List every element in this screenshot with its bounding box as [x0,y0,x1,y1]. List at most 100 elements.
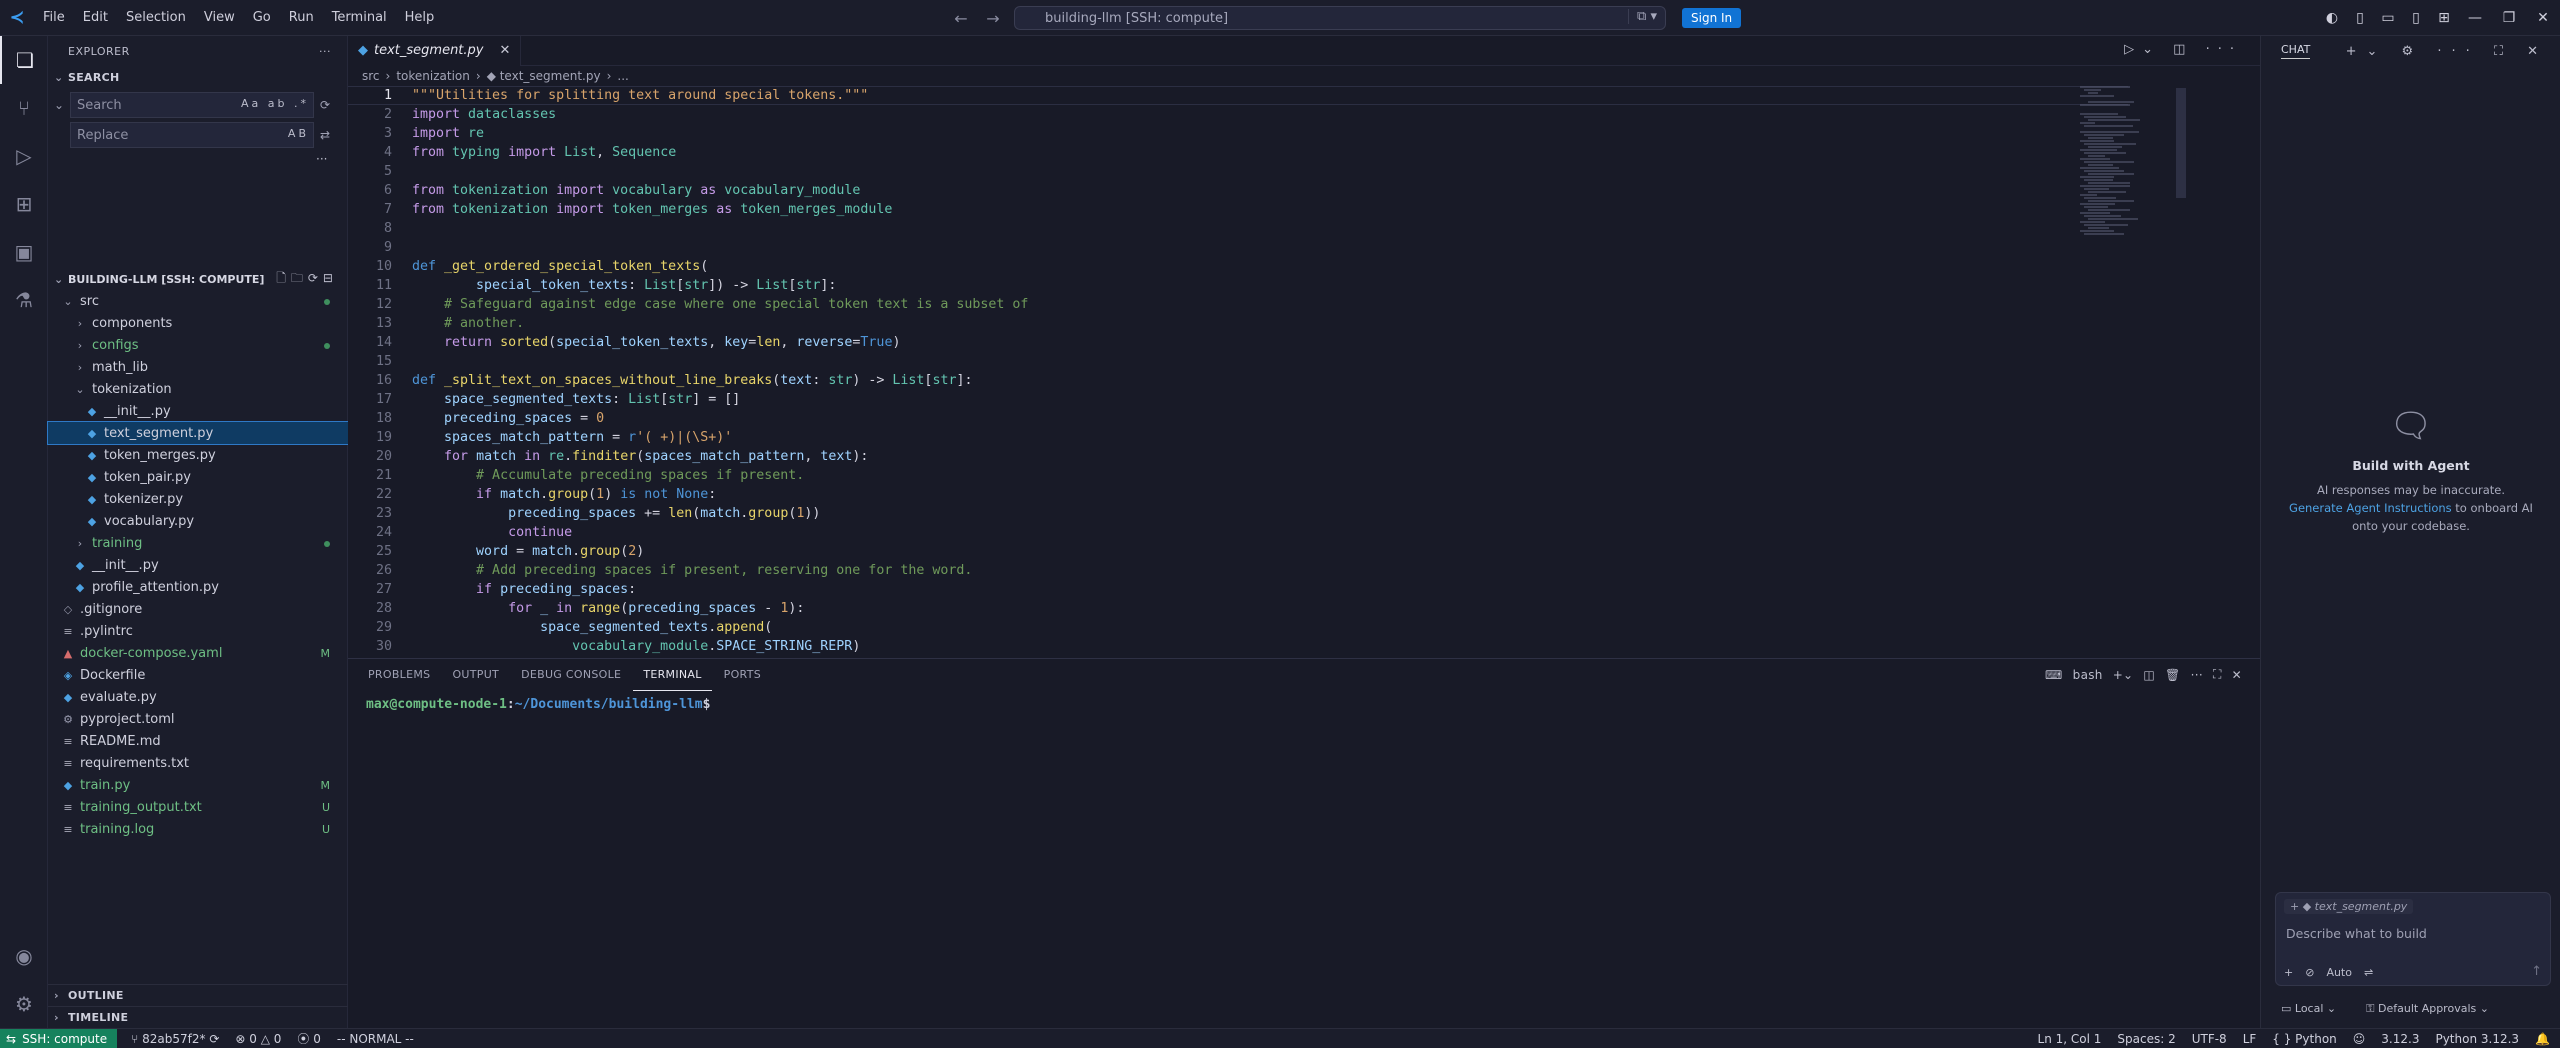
command-center-search[interactable]: building-llm [SSH: compute] ⧉ ▾ [1014,6,1666,30]
menu-run[interactable]: Run [280,0,323,36]
code-editor[interactable]: 1 """Utilities for splitting text around … [348,86,2128,658]
menu-view[interactable]: View [195,0,244,36]
search-input[interactable]: Search Aa ab .* [70,92,314,118]
explorer-toolbar[interactable]: 🗋🗀⟳⊟ [276,269,338,290]
tree-item[interactable]: ◆ vocabulary.py [48,510,348,532]
menu-help[interactable]: Help [396,0,444,36]
menu-edit[interactable]: Edit [74,0,117,36]
breadcrumb-item[interactable]: src [362,69,380,83]
code-line[interactable]: 9 [348,238,2128,257]
tab-debug-console[interactable]: DEBUG CONSOLE [511,659,631,691]
tree-item[interactable]: ◆ __init__.py [48,554,348,576]
tree-item[interactable]: ▲ docker-compose.yaml M [48,642,348,664]
terminal[interactable]: max@compute-node-1:~/Documents/building-… [348,691,2260,718]
settings-gear-icon[interactable]: ⚙ [0,980,48,1028]
shell-name[interactable]: bash [2073,668,2103,682]
search-section-header[interactable]: ⌄ SEARCH [48,66,347,88]
code-line[interactable]: 19 spaces_match_pattern = r'( +)|(\S+)' [348,428,2128,447]
maximize-panel-icon[interactable]: ⛶ [2213,667,2222,682]
code-line[interactable]: 7 from tokenization import token_merges a… [348,200,2128,219]
menu-go[interactable]: Go [244,0,280,36]
code-line[interactable]: 3 import re [348,124,2128,143]
chat-toolbar[interactable]: +⌄ ⚙ ··· ⛶ ✕ [2346,44,2548,59]
code-line[interactable]: 23 preceding_spaces += len(match.group(1… [348,504,2128,523]
copilot-status-icon[interactable]: ☺ [2353,1032,2366,1046]
menu-file[interactable]: File [34,0,74,36]
copilot-icon[interactable]: ⧉ ▾ [1628,9,1657,24]
code-line[interactable]: 13 # another. [348,314,2128,333]
code-line[interactable]: 15 [348,352,2128,371]
menu-terminal[interactable]: Terminal [323,0,396,36]
sign-in-button[interactable]: Sign In [1682,8,1742,28]
ports-indicator[interactable]: ⦿ 0 [297,1030,320,1047]
tree-item[interactable]: › training [48,532,348,554]
code-line[interactable]: 25 word = match.group(2) [348,542,2128,561]
tree-item[interactable]: ◆ text_segment.py [47,421,349,445]
generate-instructions-link[interactable]: Generate Agent Instructions [2289,501,2452,515]
code-line[interactable]: 5 [348,162,2128,181]
minimize-icon[interactable]: — [2458,10,2492,26]
language-mode[interactable]: { } Python [2272,1032,2337,1046]
branch-indicator[interactable]: ⑂ 82ab57f2* ⟳ [131,1032,219,1046]
tree-item[interactable]: ◆ train.py M [48,774,348,796]
tree-item[interactable]: ≡ requirements.txt [48,752,348,774]
code-line[interactable]: 8 [348,219,2128,238]
tree-item[interactable]: ≡ README.md [48,730,348,752]
tree-item[interactable]: ⌄ tokenization [48,378,348,400]
tree-item[interactable]: ◆ token_merges.py [48,444,348,466]
minimap[interactable] [2080,86,2164,386]
context-file-chip[interactable]: + ◆ text_segment.py [2284,899,2414,914]
editor-scrollbar[interactable] [2176,88,2186,198]
testing-icon[interactable]: ⚗ [0,276,48,324]
tree-item[interactable]: ◆ tokenizer.py [48,488,348,510]
cursor-position[interactable]: Ln 1, Col 1 [2038,1032,2102,1046]
forward-arrow-icon[interactable]: → [982,9,1004,28]
model-picker[interactable]: Auto [2326,966,2352,979]
close-window-icon[interactable]: ✕ [2526,10,2560,26]
tree-item[interactable]: › math_lib [48,356,348,378]
code-line[interactable]: 16 def _split_text_on_spaces_without_line… [348,371,2128,390]
indentation[interactable]: Spaces: 2 [2117,1032,2175,1046]
toggle-replace-icon[interactable]: ⌄ [48,98,70,112]
code-line[interactable]: 30 vocabulary_module.SPACE_STRING_REPR) [348,637,2128,656]
code-line[interactable]: 11 special_token_texts: List[str]) -> Li… [348,276,2128,295]
code-line[interactable]: 29 space_segmented_texts.append( [348,618,2128,637]
breadcrumb-item[interactable]: tokenization [396,69,470,83]
tree-item[interactable]: ≡ training_output.txt U [48,796,348,818]
kill-terminal-icon[interactable]: 🗑 [2165,668,2181,682]
tree-item[interactable]: ◇ .gitignore [48,598,348,620]
code-line[interactable]: 6 from tokenization import vocabulary as … [348,181,2128,200]
remote-indicator[interactable]: ⇆ SSH: compute [0,1028,118,1048]
code-line[interactable]: 22 if match.group(1) is not None: [348,485,2128,504]
tree-item[interactable]: › components [48,312,348,334]
more-actions-icon[interactable]: ··· [2191,668,2203,682]
code-line[interactable]: 26 # Add preceding spaces if present, re… [348,561,2128,580]
copilot-status-icon[interactable]: ◐ [2318,10,2346,26]
search-options[interactable]: Aa ab .* [241,97,309,110]
breadcrumb-item[interactable]: ◆ text_segment.py [487,69,601,83]
tree-item[interactable]: ⌄ src [48,290,348,312]
outline-section[interactable]: › OUTLINE [48,984,348,1006]
tools-icon[interactable]: ⊘ [2305,966,2314,979]
preserve-case-option[interactable]: AB [288,127,309,140]
chat-input-box[interactable]: + ◆ text_segment.py Describe what to bui… [2275,892,2551,986]
tree-item[interactable]: ⚙ pyproject.toml [48,708,348,730]
search-details-icon[interactable]: ··· [316,152,347,166]
python-version[interactable]: 3.12.3 [2381,1032,2419,1046]
code-line[interactable]: 24 continue [348,523,2128,542]
code-line[interactable]: 4 from typing import List, Sequence [348,143,2128,162]
tree-item[interactable]: ≡ .pylintrc [48,620,348,642]
refresh-search-icon[interactable]: ⟳ [314,98,336,112]
new-terminal-icon[interactable]: +⌄ [2113,668,2134,682]
notifications-icon[interactable]: 🔔 [2535,1032,2550,1046]
tab-text-segment[interactable]: ◆ text_segment.py ✕ [348,35,522,66]
tree-item[interactable]: ◈ Dockerfile [48,664,348,686]
extensions-icon[interactable]: ⊞ [0,180,48,228]
code-line[interactable]: 2 import dataclasses [348,105,2128,124]
tree-item[interactable]: ◆ evaluate.py [48,686,348,708]
tree-item[interactable]: › configs [48,334,348,356]
code-line[interactable]: 18 preceding_spaces = 0 [348,409,2128,428]
timeline-section[interactable]: › TIMELINE [48,1006,348,1028]
tree-item[interactable]: ◆ profile_attention.py [48,576,348,598]
customize-layout-icon[interactable]: ⊞ [2430,10,2458,26]
